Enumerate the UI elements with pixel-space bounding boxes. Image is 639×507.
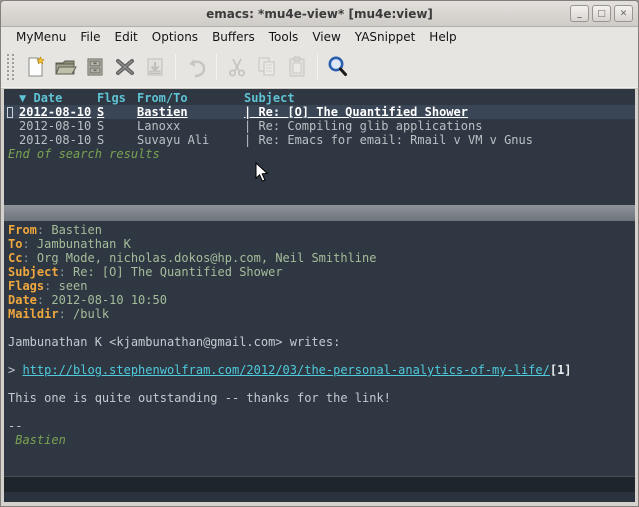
mail-flags: S — [97, 105, 137, 119]
copy-icon[interactable] — [252, 52, 282, 82]
field-label: Cc — [8, 251, 22, 265]
emacs-window: emacs: *mu4e-view* [mu4e:view] _ □ ✕ MyM… — [0, 0, 639, 507]
message-header-field: From: Bastien — [8, 223, 635, 237]
cut-icon[interactable] — [222, 52, 252, 82]
mail-date: 2012-08-10 — [19, 133, 97, 147]
menu-item[interactable]: Edit — [108, 28, 145, 46]
close-button[interactable]: ✕ — [614, 5, 633, 22]
field-label: To — [8, 237, 22, 251]
current-line-fringe-marker — [7, 107, 13, 118]
emacs-client-area: ▼ Date Flgs From/To Subject 2012-08-10 S… — [4, 89, 635, 502]
field-value: Org Mode, nicholas.dokos@hp.com, Neil Sm… — [37, 251, 377, 265]
open-folder-icon[interactable] — [50, 52, 80, 82]
view-modeline: *mu4e-view* ( 1, 0) [All/372] [mu4e:view… — [4, 476, 635, 492]
kill-buffer-icon[interactable] — [110, 52, 140, 82]
flags-column-header[interactable]: Flgs — [97, 91, 137, 105]
message-header-field: Subject: Re: [O] The Quantified Shower — [8, 265, 635, 279]
field-value: seen — [59, 279, 88, 293]
blank-line — [8, 321, 635, 335]
menu-item[interactable]: Tools — [262, 28, 306, 46]
link-footnote-ref: [1] — [550, 363, 572, 377]
quote-prefix: > — [8, 363, 22, 377]
body-text: This one is quite outstanding -- thanks … — [8, 391, 635, 405]
toolbar-separator — [216, 54, 217, 80]
file-cabinet-icon[interactable] — [80, 52, 110, 82]
search-icon[interactable] — [323, 52, 353, 82]
undo-icon[interactable] — [181, 52, 211, 82]
mail-subject: | Re: Emacs for email: Rmail v VM v Gnus — [244, 133, 635, 147]
toolbar-separator — [317, 54, 318, 80]
message-header-field: To: Jambunathan K — [8, 237, 635, 251]
paste-icon[interactable] — [282, 52, 312, 82]
menu-item[interactable]: Buffers — [205, 28, 262, 46]
signature-separator: -- — [8, 419, 635, 433]
message-header-fields: From: Bastien To: Jambunathan K Cc: Org … — [8, 223, 635, 321]
window-controls: _ □ ✕ — [570, 5, 633, 22]
field-label: Subject — [8, 265, 59, 279]
mail-from: Bastien — [137, 105, 244, 119]
message-header-field: Flags: seen — [8, 279, 635, 293]
minimize-button[interactable]: _ — [570, 5, 589, 22]
message-header-field: Cc: Org Mode, nicholas.dokos@hp.com, Nei… — [8, 251, 635, 265]
menu-item[interactable]: Options — [145, 28, 205, 46]
save-as-icon[interactable] — [140, 52, 170, 82]
mail-from: Suvayu Ali — [137, 133, 244, 147]
blank-line — [8, 405, 635, 419]
sort-descending-icon: ▼ — [19, 91, 26, 105]
headers-column-row: ▼ Date Flgs From/To Subject — [4, 89, 635, 105]
menu-item[interactable]: YASnippet — [348, 28, 423, 46]
blank-line — [8, 349, 635, 363]
header-row[interactable]: 2012-08-10 S Suvayu Ali | Re: Emacs for … — [4, 133, 635, 147]
header-row[interactable]: 2012-08-10 S Bastien | Re: [O] The Quant… — [4, 105, 635, 119]
mouse-cursor — [255, 162, 269, 183]
signature: Bastien — [8, 433, 635, 447]
field-value: Jambunathan K — [37, 237, 131, 251]
field-label: Date — [8, 293, 37, 307]
field-value: Re: [O] The Quantified Shower — [73, 265, 283, 279]
mail-flags: S — [97, 133, 137, 147]
end-of-results: End of search results — [4, 147, 635, 161]
mail-flags: S — [97, 119, 137, 133]
toolbar-drag-handle[interactable] — [7, 54, 14, 80]
menu-item[interactable]: File — [73, 28, 107, 46]
echo-area[interactable] — [4, 492, 635, 502]
blank-line — [8, 377, 635, 391]
menubar: MyMenuFileEditOptionsBuffersToolsViewYAS… — [1, 27, 638, 47]
mu4e-headers-window: ▼ Date Flgs From/To Subject 2012-08-10 S… — [4, 89, 635, 205]
field-value: /bulk — [73, 307, 109, 321]
field-value: Bastien — [51, 223, 102, 237]
headers-list: 2012-08-10 S Bastien | Re: [O] The Quant… — [4, 105, 635, 147]
mail-from: Lanoxx — [137, 119, 244, 133]
message-header-field: Date: 2012-08-10 10:50 — [8, 293, 635, 307]
titlebar[interactable]: emacs: *mu4e-view* [mu4e:view] _ □ ✕ — [1, 1, 638, 27]
mu4e-view-window: From: Bastien To: Jambunathan K Cc: Org … — [4, 221, 635, 476]
menu-item[interactable]: Help — [422, 28, 463, 46]
toolbar — [1, 47, 638, 87]
from-column-header[interactable]: From/To — [137, 91, 244, 105]
mail-subject: | Re: Compiling glib applications — [244, 119, 635, 133]
menu-item[interactable]: MyMenu — [9, 28, 73, 46]
mail-date: 2012-08-10 — [19, 105, 97, 119]
new-file-icon[interactable] — [20, 52, 50, 82]
mail-subject: | Re: [O] The Quantified Shower — [244, 105, 635, 119]
quoted-line: > http://blog.stephenwolfram.com/2012/03… — [8, 363, 635, 377]
menu-item[interactable]: View — [305, 28, 347, 46]
field-label: Flags — [8, 279, 44, 293]
toolbar-separator — [175, 54, 176, 80]
body-link[interactable]: http://blog.stephenwolfram.com/2012/03/t… — [22, 363, 549, 377]
quote-attribution: Jambunathan K <kjambunathan@gmail.com> w… — [8, 335, 635, 349]
header-row[interactable]: 2012-08-10 S Lanoxx | Re: Compiling glib… — [4, 119, 635, 133]
mail-date: 2012-08-10 — [19, 119, 97, 133]
field-value: 2012-08-10 10:50 — [51, 293, 167, 307]
headers-modeline: *mu4e-headers* ( 1, 0) [All/275] [mu4e-h… — [4, 205, 635, 221]
field-label: Maildir — [8, 307, 59, 321]
date-column-header[interactable]: ▼ Date — [19, 91, 97, 105]
field-label: From — [8, 223, 37, 237]
window-title: emacs: *mu4e-view* [mu4e:view] — [1, 7, 638, 21]
maximize-button[interactable]: □ — [592, 5, 611, 22]
subject-column-header[interactable]: Subject — [244, 91, 635, 105]
message-header-field: Maildir: /bulk — [8, 307, 635, 321]
